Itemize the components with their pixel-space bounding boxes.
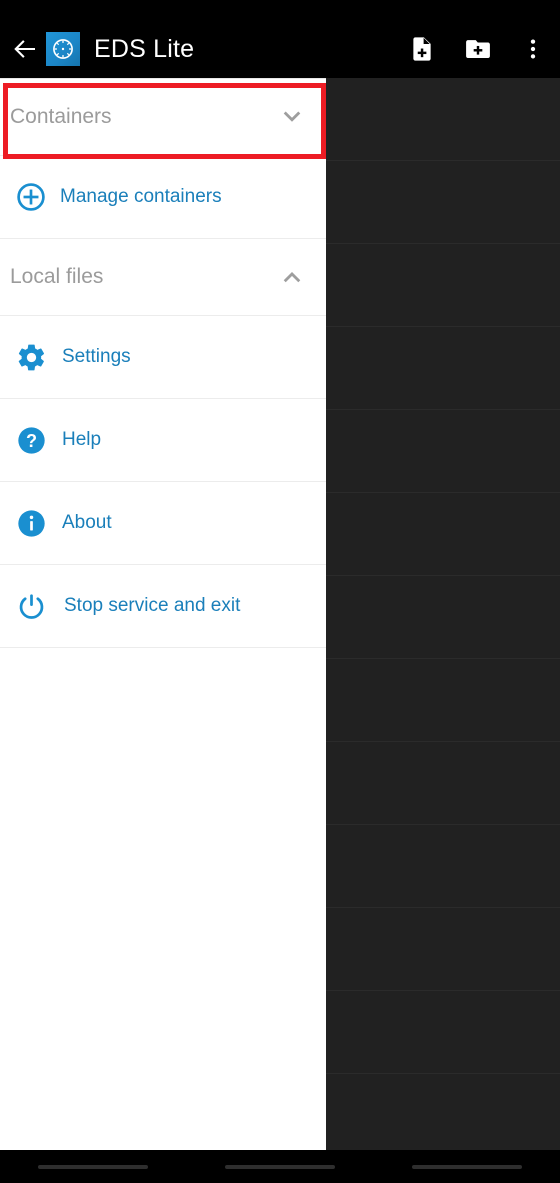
- drawer-item-manage-containers-label: Manage containers: [60, 186, 222, 207]
- drawer-item-stop-service-label: Stop service and exit: [64, 595, 241, 616]
- question-circle-icon: ?: [14, 423, 48, 457]
- scrim-row: [326, 825, 560, 908]
- chevron-down-icon: [274, 99, 310, 135]
- scrim-row: [326, 493, 560, 576]
- plus-circle-outline-icon: [14, 180, 48, 214]
- scrim-row: [326, 244, 560, 327]
- app-bar-actions: [394, 20, 560, 78]
- file-plus-icon: [413, 37, 431, 61]
- clock-compass-icon: [53, 39, 73, 59]
- status-bar: [0, 0, 560, 20]
- drawer-section-local-files-label: Local files: [10, 265, 104, 288]
- drawer-item-help-label: Help: [62, 429, 102, 450]
- more-vertical-icon: [530, 39, 536, 59]
- bottom-navigation-bar: [0, 1150, 560, 1183]
- phone-screen: EDS Lite Containers Manage containers Lo…: [0, 0, 560, 1183]
- scrim-row: [326, 991, 560, 1074]
- drawer-item-manage-containers[interactable]: Manage containers: [0, 156, 326, 239]
- nav-hint-left[interactable]: [38, 1164, 149, 1169]
- svg-text:?: ?: [25, 431, 36, 451]
- drawer-item-stop-service[interactable]: Stop service and exit: [0, 565, 326, 648]
- folder-plus-icon: [466, 40, 490, 58]
- nav-hint-right[interactable]: [411, 1164, 522, 1169]
- drawer-list: Containers Manage containers Local files…: [0, 79, 326, 648]
- overflow-button[interactable]: [506, 21, 560, 77]
- drawer-section-containers[interactable]: Containers: [0, 79, 326, 156]
- drawer-item-about[interactable]: About: [0, 482, 326, 565]
- drawer-item-help[interactable]: ? Help: [0, 399, 326, 482]
- scrim-row: [326, 78, 560, 161]
- scrim-row: [326, 410, 560, 493]
- drawer-item-settings[interactable]: Settings: [0, 316, 326, 399]
- scrim-row: [326, 1074, 560, 1150]
- page-title: EDS Lite: [94, 34, 195, 63]
- drawer-item-about-label: About: [62, 512, 112, 533]
- app-bar: EDS Lite: [0, 20, 560, 78]
- scrim-row: [326, 908, 560, 991]
- info-circle-icon: [14, 506, 48, 540]
- nav-hint-center[interactable]: [224, 1164, 335, 1169]
- content-scrim[interactable]: [326, 78, 560, 1150]
- new-file-button[interactable]: [394, 21, 450, 77]
- drawer-section-local-files[interactable]: Local files: [0, 239, 326, 316]
- scrim-row: [326, 161, 560, 244]
- drawer-item-settings-label: Settings: [62, 346, 131, 367]
- scrim-row: [326, 742, 560, 825]
- new-folder-button[interactable]: [450, 21, 506, 77]
- chevron-up-icon: [274, 259, 310, 295]
- navigation-drawer: Containers Manage containers Local files…: [0, 78, 326, 1150]
- app-logo: [46, 32, 80, 66]
- back-arrow-icon: [14, 40, 35, 58]
- gear-icon: [14, 340, 48, 374]
- back-button[interactable]: [2, 26, 48, 72]
- scrim-row: [326, 659, 560, 742]
- scrim-row: [326, 327, 560, 410]
- drawer-section-containers-label: Containers: [10, 105, 112, 128]
- power-icon: [14, 589, 48, 623]
- scrim-row: [326, 576, 560, 659]
